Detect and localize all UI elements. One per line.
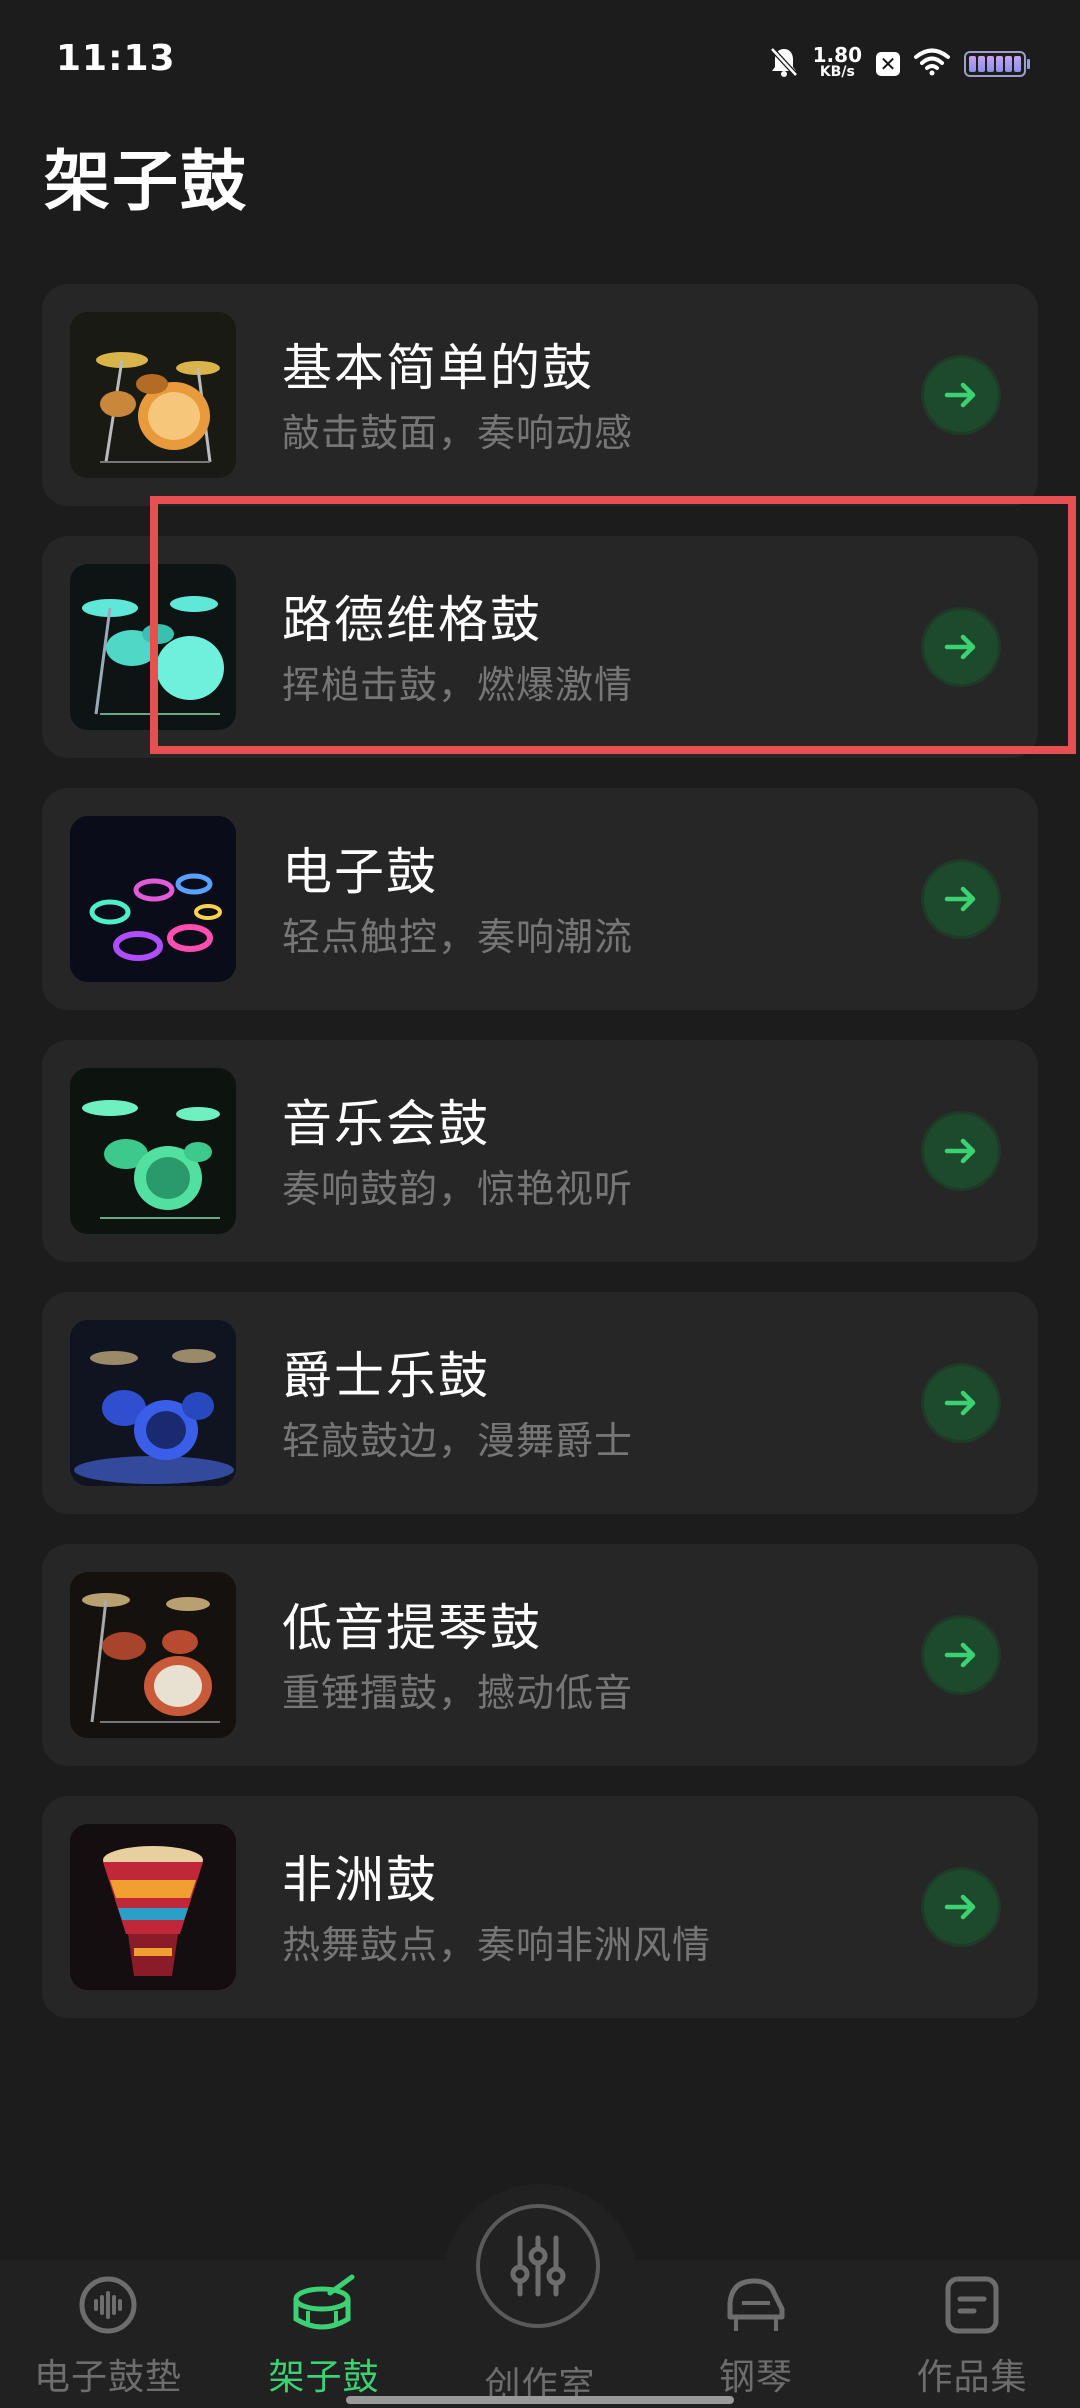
open-button[interactable] [924,610,998,684]
open-button[interactable] [924,1618,998,1692]
battery-icon [964,51,1030,77]
drum-title: 基本简单的鼓 [282,339,594,397]
open-button[interactable] [924,1366,998,1440]
drum-subtitle: 热舞鼓点，奏响非洲风情 [282,1923,712,1967]
drum-title: 音乐会鼓 [282,1095,490,1153]
drum-thumbnail [70,1824,236,1990]
tab-studio[interactable] [476,2204,600,2328]
drum-thumbnail [70,312,236,478]
mixer-sliders-icon [510,2235,566,2297]
arrow-right-icon [944,1138,976,1164]
status-icons: 1.80 KB/s ✕ [769,42,1030,86]
drum-subtitle: 重锤擂鼓，撼动低音 [282,1671,634,1715]
network-speed: 1.80 KB/s [812,43,862,81]
drum-subtitle: 敲击鼓面，奏响动感 [282,411,634,455]
drum-card-ludwig[interactable]: 路德维格鼓 挥槌击鼓，燃爆激情 [42,536,1038,758]
status-time: 11:13 [56,38,176,79]
open-button[interactable] [924,358,998,432]
open-button[interactable] [924,862,998,936]
drum-thumbnail [70,1572,236,1738]
drum-title: 非洲鼓 [282,1851,438,1909]
tab-piano[interactable]: 钢琴 [648,2270,864,2400]
drum-title: 低音提琴鼓 [282,1599,542,1657]
drum-card-concert[interactable]: 音乐会鼓 奏响鼓韵，惊艳视听 [42,1040,1038,1262]
page-title: 架子鼓 [44,143,248,220]
bell-muted-icon [769,46,799,82]
tab-drum-pad[interactable]: 电子鼓垫 [0,2270,216,2400]
document-icon [936,2270,1008,2340]
drum-thumbnail [70,564,236,730]
drum-title: 电子鼓 [282,843,438,901]
open-button[interactable] [924,1114,998,1188]
drum-card-jazz[interactable]: 爵士乐鼓 轻敲鼓边，漫舞爵士 [42,1292,1038,1514]
arrow-right-icon [944,1642,976,1668]
open-button[interactable] [924,1870,998,1944]
arrow-right-icon [944,1390,976,1416]
drum-card-african[interactable]: 非洲鼓 热舞鼓点，奏响非洲风情 [42,1796,1038,2018]
drum-subtitle: 挥槌击鼓，燃爆激情 [282,663,634,707]
wifi-icon [914,48,950,80]
drum-card-basic[interactable]: 基本简单的鼓 敲击鼓面，奏响动感 [42,284,1038,506]
tab-label: 电子鼓垫 [33,2357,182,2398]
arrow-right-icon [944,382,976,408]
drum-subtitle: 轻点触控，奏响潮流 [282,915,634,959]
drum-subtitle: 奏响鼓韵，惊艳视听 [282,1167,634,1211]
tab-portfolio[interactable]: 作品集 [864,2270,1080,2400]
status-bar: 11:13 1.80 KB/s ✕ [0,0,1080,120]
drum-thumbnail [70,1068,236,1234]
net-speed-unit: KB/s [819,64,855,80]
tab-label: 架子鼓 [268,2357,380,2398]
arrow-right-icon [944,1894,976,1920]
net-speed-value: 1.80 [812,43,862,67]
arrow-right-icon [944,634,976,660]
arrow-right-icon [944,886,976,912]
drum-card-bass[interactable]: 低音提琴鼓 重锤擂鼓，撼动低音 [42,1544,1038,1766]
drum-thumbnail [70,1320,236,1486]
piano-icon [720,2270,792,2340]
home-indicator[interactable] [346,2396,734,2404]
tab-label: 钢琴 [718,2357,793,2398]
drum-subtitle: 轻敲鼓边，漫舞爵士 [282,1419,634,1463]
drum-title: 爵士乐鼓 [282,1347,490,1405]
x-badge-icon: ✕ [876,52,900,76]
drum-title: 路德维格鼓 [282,591,542,649]
drum-card-electronic[interactable]: 电子鼓 轻点触控，奏响潮流 [42,788,1038,1010]
drum-thumbnail [70,816,236,982]
tab-label: 作品集 [916,2357,1028,2398]
tab-drum-kit[interactable]: 架子鼓 [216,2270,432,2400]
drum-icon [288,2270,360,2340]
drum-pad-icon [72,2270,144,2340]
